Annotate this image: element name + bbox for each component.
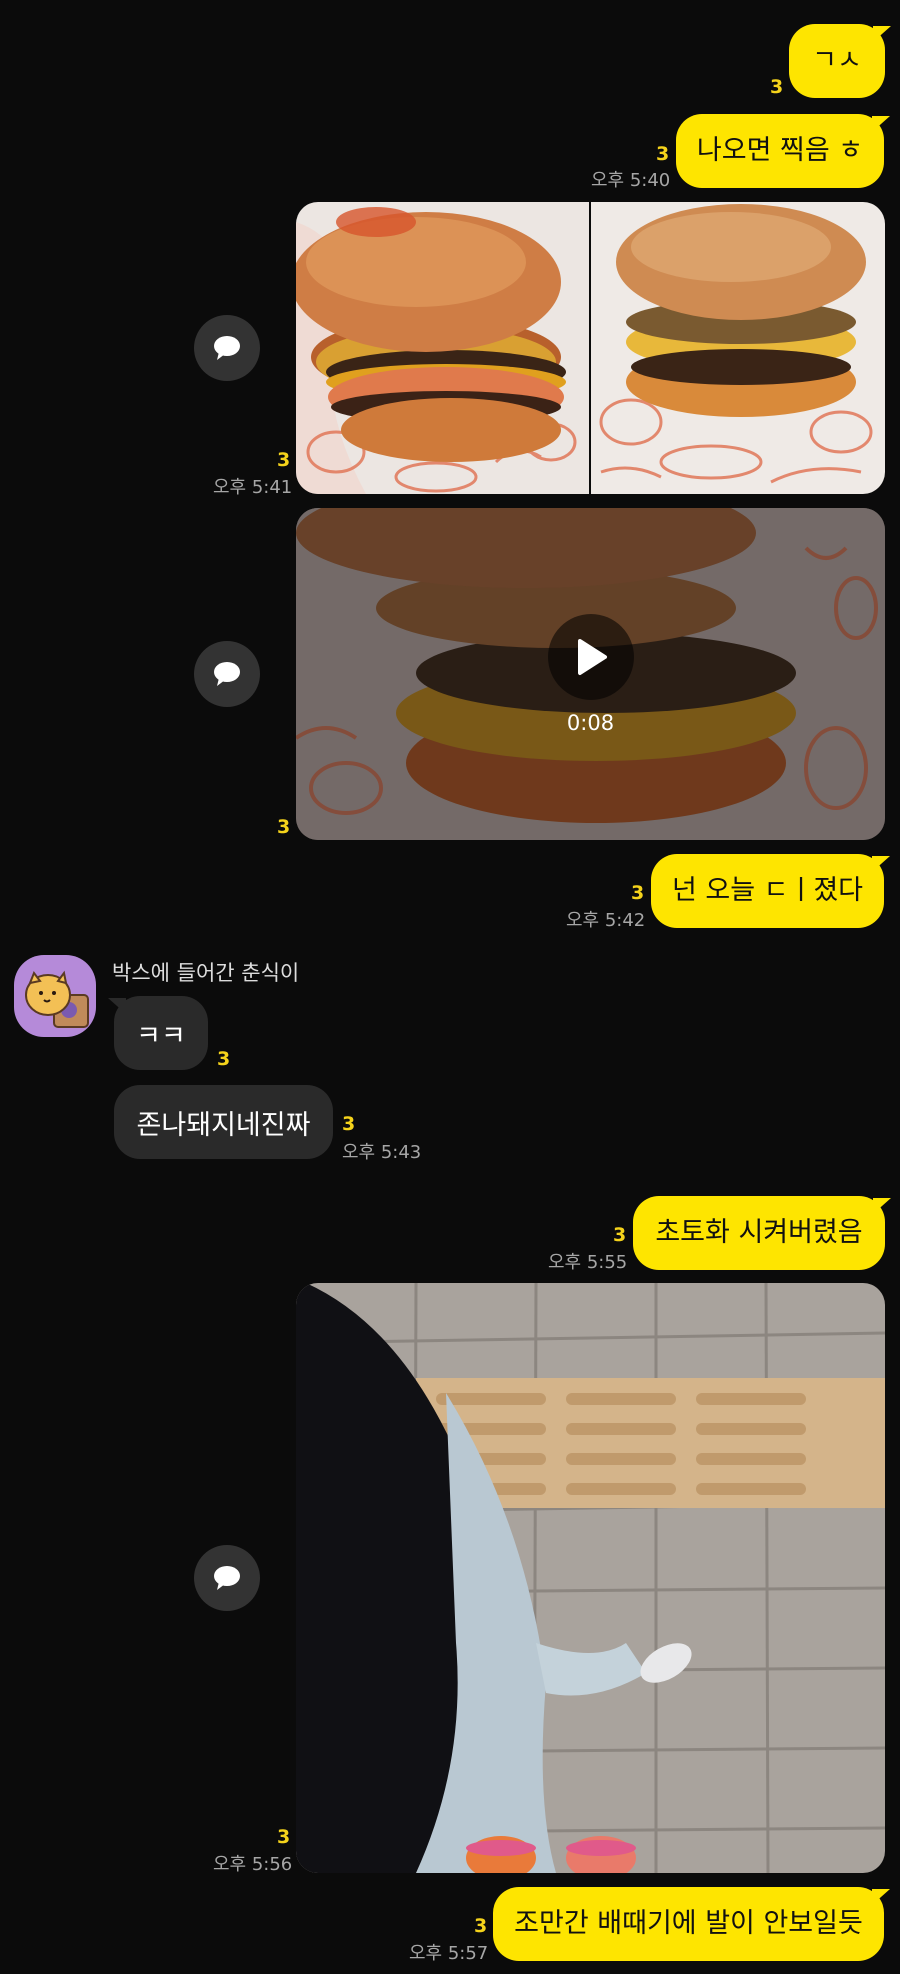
unread-count: 3 xyxy=(613,1224,627,1246)
message-text: ㅋㅋ xyxy=(136,1020,186,1052)
sender-name: 박스에 들어간 춘식이 xyxy=(112,961,300,985)
message-time: 오후 5:55 xyxy=(548,1252,628,1273)
sidewalk-photo xyxy=(296,1283,885,1873)
play-icon xyxy=(578,639,607,675)
avatar[interactable] xyxy=(14,955,96,1037)
my-message-bubble[interactable]: 넌 오늘 ㄷㅣ졌다 xyxy=(651,854,890,928)
message-text: 초토화 시켜버렸음 xyxy=(655,1217,863,1248)
my-message-bubble[interactable]: 초토화 시켜버렸음 xyxy=(633,1196,891,1270)
play-button[interactable] xyxy=(548,614,634,700)
unread-count: 3 xyxy=(656,143,670,165)
unread-count: 3 xyxy=(277,449,291,471)
message-text: 조만간 배때기에 발이 안보일듯 xyxy=(514,1908,863,1939)
unread-count: 3 xyxy=(277,816,291,838)
share-chat-icon xyxy=(214,1566,240,1590)
unread-count: 3 xyxy=(217,1048,231,1070)
share-chat-icon xyxy=(214,662,240,686)
message-time: 오후 5:57 xyxy=(409,1943,489,1964)
photo-message[interactable] xyxy=(296,1283,885,1873)
message-text: 나오면 찍음 ㅎ xyxy=(696,135,864,166)
burger-photo-1[interactable] xyxy=(296,202,589,494)
message-text: ㄱㅅ xyxy=(812,45,862,76)
share-button[interactable] xyxy=(194,1545,260,1611)
message-time: 오후 5:42 xyxy=(566,910,646,931)
video-message[interactable]: 0:08 xyxy=(296,508,885,840)
character-avatar-icon xyxy=(25,970,89,1028)
my-message-bubble[interactable]: 나오면 찍음 ㅎ xyxy=(676,114,890,188)
unread-count: 3 xyxy=(474,1915,488,1937)
share-chat-icon xyxy=(214,336,240,360)
share-button[interactable] xyxy=(194,315,260,381)
unread-count: 3 xyxy=(277,1826,291,1848)
my-message-bubble[interactable]: ㄱㅅ xyxy=(789,24,891,98)
message-text: 넌 오늘 ㄷㅣ졌다 xyxy=(671,875,864,906)
burger-photo-2[interactable] xyxy=(591,202,885,494)
other-message-bubble[interactable]: 존나돼지네진짜 xyxy=(114,1085,333,1159)
message-time: 오후 5:43 xyxy=(342,1142,422,1163)
video-duration: 0:08 xyxy=(566,711,615,735)
photo-group[interactable] xyxy=(296,202,885,494)
other-message-bubble[interactable]: ㅋㅋ xyxy=(108,996,208,1070)
share-button[interactable] xyxy=(194,641,260,707)
my-message-bubble[interactable]: 조만간 배때기에 발이 안보일듯 xyxy=(493,1887,890,1961)
unread-count: 3 xyxy=(770,76,784,98)
message-time: 오후 5:41 xyxy=(213,477,293,498)
message-time: 오후 5:40 xyxy=(591,170,671,191)
unread-count: 3 xyxy=(631,882,645,904)
message-text: 존나돼지네진짜 xyxy=(136,1109,311,1141)
message-time: 오후 5:56 xyxy=(213,1854,293,1875)
photo-divider xyxy=(589,202,591,494)
unread-count: 3 xyxy=(342,1113,356,1135)
